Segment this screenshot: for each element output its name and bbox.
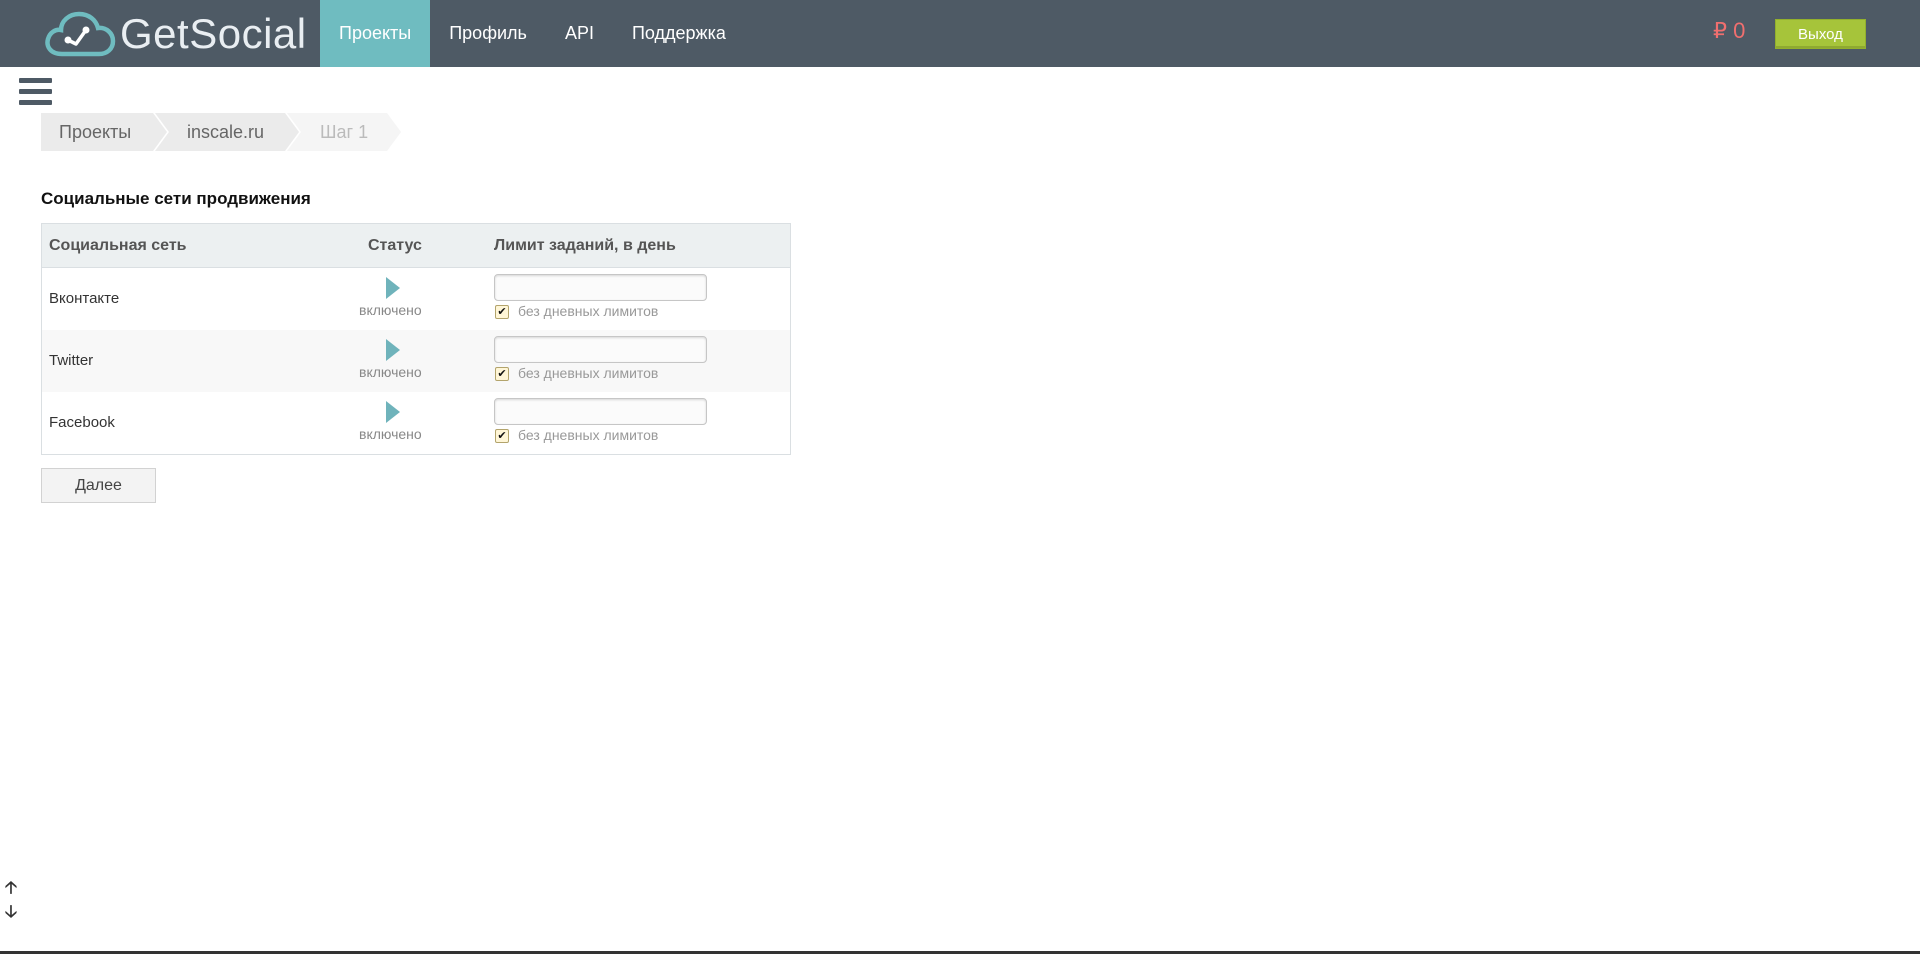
no-limit-checkbox[interactable]: ✔ [495, 305, 509, 319]
column-header-network: Социальная сеть [49, 237, 187, 254]
section-title: Социальные сети продвижения [41, 189, 311, 208]
no-limit-label: без дневных лимитов [518, 303, 659, 319]
column-header-status: Статус [368, 237, 422, 254]
cloud-logo-icon [45, 11, 116, 57]
status-text: включено [359, 426, 422, 442]
no-limit-checkbox[interactable]: ✔ [495, 429, 509, 443]
breadcrumb-project[interactable]: inscale.ru [155, 113, 301, 151]
arrow-down-icon[interactable]: 🡣 [2, 902, 20, 922]
daily-limit-input[interactable] [494, 274, 707, 301]
play-icon[interactable] [386, 401, 400, 423]
play-icon[interactable] [386, 277, 400, 299]
main-nav: Проекты Профиль API Поддержка [320, 0, 745, 67]
nav-projects[interactable]: Проекты [320, 0, 431, 67]
next-button[interactable]: Далее [41, 468, 156, 503]
nav-support[interactable]: Поддержка [613, 0, 745, 67]
table-row: Twitter включено ✔ без дневных лимитов [42, 330, 790, 392]
breadcrumb: Проекты inscale.ru Шаг 1 [41, 113, 403, 151]
network-name: Вконтакте [49, 290, 120, 307]
no-limit-checkbox[interactable]: ✔ [495, 367, 509, 381]
logo-text: GetSocial [120, 10, 307, 57]
networks-table: Социальная сеть Статус Лимит заданий, в … [41, 223, 791, 455]
status-text: включено [359, 302, 422, 318]
nav-api[interactable]: API [546, 0, 613, 67]
arrow-up-icon[interactable]: 🡡 [2, 878, 20, 898]
daily-limit-input[interactable] [494, 398, 707, 425]
table-row: Facebook включено ✔ без дневных лимитов [42, 392, 790, 454]
network-name: Facebook [49, 414, 115, 431]
top-navbar: GetSocial Проекты Профиль API Поддержка … [0, 0, 1920, 67]
breadcrumb-projects[interactable]: Проекты [41, 113, 169, 151]
logo[interactable]: GetSocial [44, 8, 307, 60]
status-text: включено [359, 364, 422, 380]
breadcrumb-label: Проекты [59, 121, 132, 142]
table-header: Социальная сеть Статус Лимит заданий, в … [42, 224, 790, 268]
breadcrumb-label: inscale.ru [187, 121, 265, 142]
no-limit-label: без дневных лимитов [518, 427, 659, 443]
balance[interactable]: ₽ 0 [1713, 18, 1745, 44]
column-header-limit: Лимит заданий, в день [494, 237, 676, 254]
network-name: Twitter [49, 352, 94, 369]
play-icon[interactable] [386, 339, 400, 361]
logout-button[interactable]: Выход [1775, 19, 1866, 49]
breadcrumb-label: Шаг 1 [320, 121, 369, 142]
breadcrumb-step: Шаг 1 [287, 113, 403, 151]
nav-profile[interactable]: Профиль [430, 0, 546, 67]
no-limit-label: без дневных лимитов [518, 365, 659, 381]
daily-limit-input[interactable] [494, 336, 707, 363]
table-row: Вконтакте включено ✔ без дневных лимитов [42, 268, 790, 330]
hamburger-icon[interactable] [19, 78, 52, 106]
